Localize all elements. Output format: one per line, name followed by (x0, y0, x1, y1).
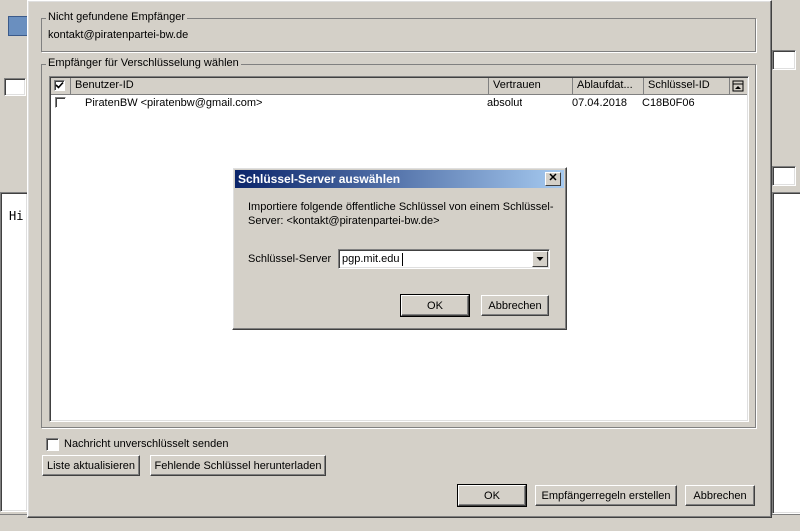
download-missing-keys-button[interactable]: Fehlende Schlüssel herunterladen (150, 455, 326, 476)
column-picker[interactable] (730, 78, 747, 94)
background-field-left[interactable] (4, 78, 26, 96)
keyserver-message-line2: Server: <kontakt@piratenpartei-bw.de> (248, 215, 440, 227)
message-body-area[interactable]: Hi (0, 192, 28, 512)
row-key-id: C18B0F06 (642, 97, 695, 109)
column-picker-icon (732, 80, 744, 92)
column-key-id[interactable]: Schlüssel-ID (644, 78, 730, 94)
not-found-label: Nicht gefundene Empfänger (46, 11, 187, 23)
column-select-all[interactable] (51, 78, 71, 94)
row-expiry: 07.04.2018 (572, 97, 628, 109)
row-trust: absolut (487, 97, 523, 109)
message-body-right[interactable] (772, 192, 800, 514)
keyserver-message-line1: Importiere folgende öffentliche Schlüsse… (248, 201, 554, 213)
close-icon[interactable]: ✕ (545, 172, 561, 186)
not-found-email: kontakt@piratenpartei-bw.de (48, 29, 189, 41)
keyserver-input[interactable]: pgp.mit.edu (342, 253, 399, 265)
keyserver-dropdown-button[interactable] (532, 251, 548, 267)
text-cursor (402, 253, 403, 266)
chevron-down-icon (536, 257, 544, 261)
message-body-text: Hi (9, 209, 24, 223)
keyserver-dialog: Schlüssel-Server auswählen ✕ Importiere … (232, 167, 567, 330)
send-unencrypted-label[interactable]: Nachricht unverschlüsselt senden (64, 438, 228, 450)
background-dropdown-right[interactable] (772, 50, 796, 70)
column-expiry[interactable]: Ablaufdat... (573, 78, 644, 94)
column-user-id[interactable]: Benutzer-ID (71, 78, 489, 94)
list-header: Benutzer-ID Vertrauen Ablaufdat... Schlü… (51, 78, 747, 95)
recipient-rules-button[interactable]: Empfängerregeln erstellen (535, 485, 677, 506)
toolbar-icon[interactable] (8, 16, 28, 36)
column-trust[interactable]: Vertrauen (489, 78, 573, 94)
table-row[interactable]: PiratenBW <piratenbw@gmail.com> absolut … (51, 95, 747, 111)
not-found-group: Nicht gefundene Empfänger kontakt@pirate… (41, 11, 756, 52)
keyserver-combobox[interactable]: pgp.mit.edu (338, 249, 550, 269)
keyserver-message: Importiere folgende öffentliche Schlüsse… (248, 200, 558, 228)
keyserver-dialog-titlebar[interactable]: Schlüssel-Server auswählen ✕ (235, 170, 564, 188)
cancel-button[interactable]: Abbrechen (685, 485, 755, 506)
keyserver-label: Schlüssel-Server (248, 253, 332, 265)
select-all-checkbox[interactable] (54, 80, 65, 91)
keyserver-dialog-title: Schlüssel-Server auswählen (238, 172, 401, 186)
row-checkbox[interactable] (55, 97, 66, 108)
keyserver-cancel-button[interactable]: Abbrechen (481, 295, 549, 316)
recipients-group-label: Empfänger für Verschlüsselung wählen (46, 57, 241, 69)
send-unencrypted-checkbox[interactable] (46, 438, 59, 451)
row-user-id: PiratenBW <piratenbw@gmail.com> (85, 97, 263, 109)
refresh-list-button[interactable]: Liste aktualisieren (42, 455, 140, 476)
ok-button[interactable]: OK (457, 484, 527, 507)
checkmark-icon (55, 81, 64, 89)
keyserver-ok-button[interactable]: OK (400, 294, 470, 317)
background-field-right[interactable] (772, 166, 796, 186)
